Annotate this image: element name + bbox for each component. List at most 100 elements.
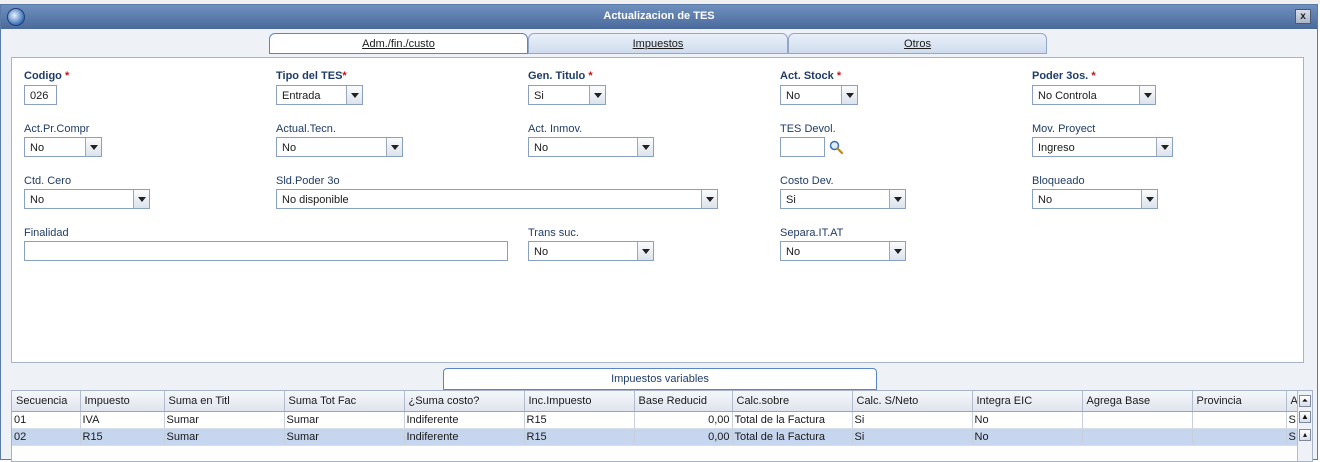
trans-suc-label: Trans suc.: [528, 227, 579, 239]
chevron-down-icon[interactable]: [386, 138, 402, 156]
chevron-down-icon[interactable]: [133, 190, 149, 208]
scroll-up-icon[interactable]: ▴: [1299, 429, 1311, 441]
tes-devol-label: TES Devol.: [780, 123, 836, 135]
col-header-integra-eic[interactable]: Integra EIC: [972, 391, 1083, 412]
mov-proyect-select[interactable]: Ingreso: [1032, 137, 1173, 157]
actual-tecn-label: Actual.Tecn.: [276, 123, 336, 135]
col-header-suma-costo[interactable]: ¿Suma costo?: [404, 391, 525, 412]
costo-dev-label: Costo Dev.: [780, 175, 834, 187]
tab-impuestos-variables[interactable]: Impuestos variables: [443, 368, 877, 390]
chevron-down-icon[interactable]: [637, 138, 653, 156]
ctd-cero-select[interactable]: No: [24, 189, 150, 209]
poder-3os-select[interactable]: No Controla: [1032, 85, 1156, 105]
gen-titulo-select[interactable]: Si: [528, 85, 606, 105]
mov-proyect-label: Mov. Proyect: [1032, 123, 1096, 135]
cell-calc-sobre: Total de la Factura: [732, 411, 853, 429]
col-header-provincia[interactable]: Provincia: [1192, 391, 1287, 412]
title-bar[interactable]: Actualizacion de TES x: [1, 5, 1317, 29]
cell-integra-eic: No: [972, 428, 1083, 446]
scroll-page-up-icon[interactable]: ▲: [1299, 411, 1311, 423]
cell-calc-s-neto: Si: [852, 411, 973, 429]
sld-poder-3o-select[interactable]: No disponible: [276, 189, 718, 209]
cell-provincia: [1192, 411, 1287, 429]
col-header-agrega-base[interactable]: Agrega Base: [1082, 391, 1193, 412]
close-button[interactable]: x: [1295, 9, 1311, 24]
act-pr-compr-label: Act.Pr.Compr: [24, 123, 90, 135]
finalidad-input[interactable]: [24, 241, 508, 261]
col-header-impuesto[interactable]: Impuesto: [80, 391, 165, 412]
chevron-down-icon[interactable]: [346, 86, 362, 104]
codigo-input[interactable]: 026: [24, 85, 57, 105]
table-row[interactable]: 01 IVA Sumar Sumar Indiferente R15 0,00 …: [12, 411, 1303, 429]
magnifier-icon[interactable]: [829, 140, 843, 154]
act-inmov-select[interactable]: No: [528, 137, 654, 157]
act-inmov-label: Act. Inmov.: [528, 123, 583, 135]
trans-suc-select[interactable]: No: [528, 241, 654, 261]
cell-inc-impuesto: R15: [524, 411, 635, 429]
form-panel: Codigo * 026 Tipo del TES* Entrada Gen. …: [11, 57, 1304, 363]
cell-agrega-base: [1082, 411, 1193, 429]
ctd-cero-label: Ctd. Cero: [24, 175, 72, 187]
cell-provincia: [1192, 428, 1287, 446]
col-header-secuencia[interactable]: Secuencia: [12, 391, 81, 412]
col-header-suma-tot-fac[interactable]: Suma Tot Fac: [284, 391, 405, 412]
chevron-down-icon[interactable]: [889, 190, 905, 208]
cell-base-reducid: 0,00: [634, 411, 733, 429]
sld-poder-3o-label: Sld.Poder 3o: [276, 175, 340, 187]
act-pr-compr-select[interactable]: No: [24, 137, 102, 157]
cell-suma-costo: Indiferente: [404, 411, 525, 429]
col-header-base-reducid[interactable]: Base Reducid: [634, 391, 733, 412]
act-stock-label: Act. Stock *: [780, 70, 842, 82]
grid-scrollbar[interactable]: ⏶ ▲ ▴: [1297, 391, 1312, 461]
tipo-tes-label: Tipo del TES*: [276, 70, 347, 82]
cell-impuesto: IVA: [80, 411, 165, 429]
chevron-down-icon[interactable]: [889, 242, 905, 260]
chevron-down-icon[interactable]: [1156, 138, 1172, 156]
finalidad-label: Finalidad: [24, 227, 69, 239]
col-header-inc-impuesto[interactable]: Inc.Impuesto: [524, 391, 635, 412]
tes-window: Actualizacion de TES x Adm./fin./custo I…: [0, 4, 1318, 462]
costo-dev-select[interactable]: Si: [780, 189, 906, 209]
cell-inc-impuesto: R15: [524, 428, 635, 446]
cell-secuencia: 01: [12, 411, 81, 429]
act-stock-select[interactable]: No: [780, 85, 858, 105]
cell-calc-s-neto: Si: [852, 428, 973, 446]
tes-devol-input[interactable]: [780, 137, 825, 157]
chevron-down-icon[interactable]: [637, 242, 653, 260]
window-title: Actualizacion de TES: [603, 10, 715, 22]
col-header-calc-sobre[interactable]: Calc.sobre: [732, 391, 853, 412]
separa-itat-label: Separa.IT.AT: [780, 227, 844, 239]
gen-titulo-label: Gen. Titulo *: [528, 70, 593, 82]
poder-3os-label: Poder 3os. *: [1032, 70, 1096, 82]
actual-tecn-select[interactable]: No: [276, 137, 403, 157]
chevron-down-icon[interactable]: [85, 138, 101, 156]
codigo-label: Codigo *: [24, 70, 70, 82]
tab-impuestos[interactable]: Impuestos: [528, 33, 788, 54]
cell-suma-costo: Indiferente: [404, 428, 525, 446]
col-header-calc-s-neto[interactable]: Calc. S/Neto: [852, 391, 973, 412]
col-header-suma-en-titl[interactable]: Suma en Titl: [164, 391, 285, 412]
chevron-down-icon[interactable]: [1141, 190, 1157, 208]
tipo-tes-select[interactable]: Entrada: [276, 85, 363, 105]
chevron-down-icon[interactable]: [841, 86, 857, 104]
cell-suma-tot-fac: Sumar: [284, 428, 405, 446]
grid-header-row: Secuencia Impuesto Suma en Titl Suma Tot…: [12, 391, 1303, 412]
bloqueado-label: Bloqueado: [1032, 175, 1085, 187]
chevron-down-icon[interactable]: [1139, 86, 1155, 104]
chevron-down-icon[interactable]: [589, 86, 605, 104]
chevron-down-icon[interactable]: [701, 190, 717, 208]
cell-impuesto: R15: [80, 428, 165, 446]
scroll-top-icon[interactable]: ⏶: [1299, 395, 1311, 407]
cell-suma-tot-fac: Sumar: [284, 411, 405, 429]
cell-suma-en-titl: Sumar: [164, 411, 285, 429]
cell-base-reducid: 0,00: [634, 428, 733, 446]
impuestos-grid: Secuencia Impuesto Suma en Titl Suma Tot…: [11, 390, 1313, 462]
tab-adm-fin-custo[interactable]: Adm./fin./custo: [269, 33, 528, 54]
cell-secuencia: 02: [12, 428, 81, 446]
cell-suma-en-titl: Sumar: [164, 428, 285, 446]
cell-calc-sobre: Total de la Factura: [732, 428, 853, 446]
tab-otros[interactable]: Otros: [788, 33, 1047, 54]
separa-itat-select[interactable]: No: [780, 241, 906, 261]
table-row[interactable]: 02 R15 Sumar Sumar Indiferente R15 0,00 …: [12, 428, 1303, 446]
bloqueado-select[interactable]: No: [1032, 189, 1158, 209]
